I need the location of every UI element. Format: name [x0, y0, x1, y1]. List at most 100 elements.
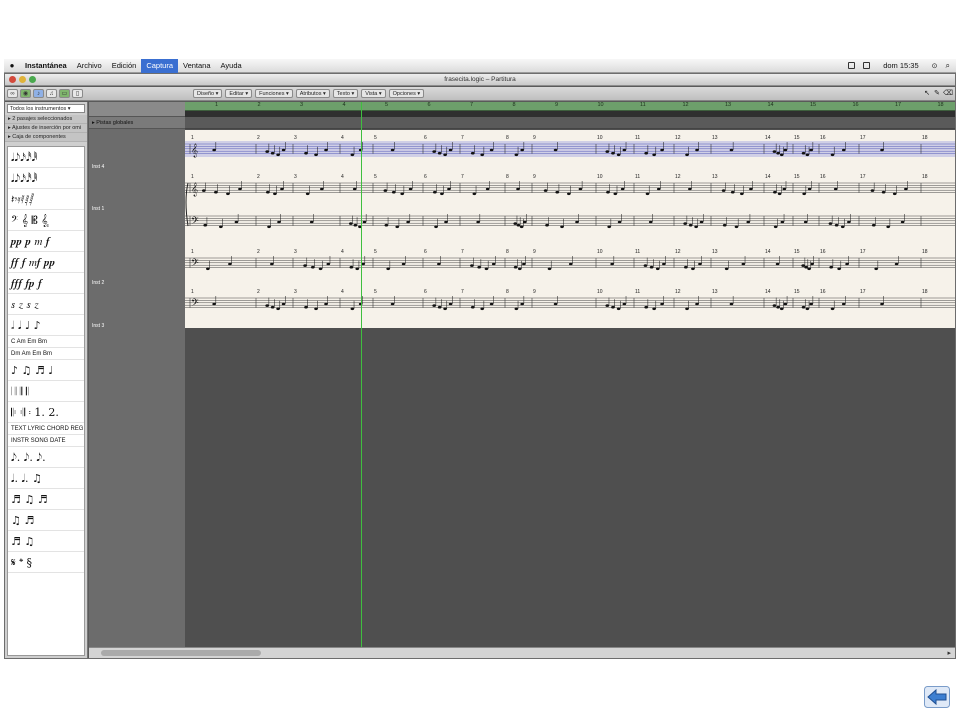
menu-diseno[interactable]: Diseño ▾ [193, 89, 223, 98]
score-staves[interactable]: 𝄞𝄞𝄢𝄢𝄢1 2 3 4 5 6 7 8 9 10 11 12 13 14 15 16 17 181 2 3 4 5 6 7 8… [185, 130, 955, 328]
eraser-tool-icon[interactable]: ⌫ [943, 89, 953, 98]
global-tracks-toggle[interactable]: ▸ Pistas globales [89, 117, 185, 129]
note-head [880, 302, 884, 306]
menu-app[interactable]: Instantánea [20, 59, 72, 73]
menu-texto[interactable]: Texto ▾ [332, 89, 359, 98]
palette-dynamics[interactable]: 𝆏𝆏 𝆏 𝆐 𝆑 [8, 231, 84, 252]
palette-rests[interactable]: 𝄽𝄾𝄿𝅀𝅁𝅂 [8, 189, 84, 210]
palette-groups-2[interactable]: ♫ ♬ [8, 510, 84, 531]
palette-repeats[interactable]: 𝄆 𝄇 𝄈 1. 2. [8, 402, 84, 423]
palette-ornaments[interactable]: ♪ ♫ ♬ ♩ [8, 360, 84, 381]
ruler-bar-10[interactable]: 10 [598, 102, 604, 108]
scrollbar-thumb[interactable] [101, 650, 261, 656]
note-head [840, 225, 845, 229]
palette-text-items[interactable]: TEXT LYRIC CHORD REGION [8, 423, 84, 435]
palette-noteheads[interactable]: 𝅗𝅥 𝅘𝅥 ♩ ♪ [8, 315, 84, 336]
menu-archivo[interactable]: Archivo [72, 59, 107, 73]
note-head [203, 223, 208, 227]
ruler-bar-4[interactable]: 4 [343, 102, 346, 108]
palette-clefs[interactable]: 𝄢 𝄞 𝄡 𝄠 [8, 210, 84, 231]
ruler-bar-1[interactable]: 1 [215, 102, 218, 108]
palette-hairpins[interactable]: 𝆍 𝆎 𝆍 𝆎 [8, 294, 84, 315]
ruler-bar-15[interactable]: 15 [810, 102, 816, 108]
score-bar-number: 12 [675, 174, 681, 180]
menu-funciones[interactable]: Funciones ▾ [255, 89, 293, 98]
score-view-icon[interactable]: ▭ [59, 89, 70, 98]
section-insert-defaults[interactable]: ▸ Ajustes de inserción por omi [5, 124, 87, 133]
palette-groups-3[interactable]: ♬ ♫ [8, 531, 84, 552]
ruler-bar-5[interactable]: 5 [385, 102, 388, 108]
palette-chords[interactable]: C Am Em Bm [8, 336, 84, 348]
ruler-bar-13[interactable]: 13 [725, 102, 731, 108]
catch-icon[interactable]: ◉ [20, 89, 31, 98]
note-head [304, 305, 308, 309]
note-head [837, 267, 841, 271]
ruler-bar-8[interactable]: 8 [513, 102, 516, 108]
palette-chords-2[interactable]: Dm Am Em Bm [8, 348, 84, 360]
midi-in-icon[interactable]: ♪ [33, 89, 44, 98]
note-head [810, 262, 814, 266]
scroll-right-icon[interactable]: ▸ [947, 649, 951, 657]
note-head [270, 305, 275, 309]
track-label-inst4[interactable]: Inst 4 [92, 164, 104, 170]
ruler-bar-16[interactable]: 16 [853, 102, 859, 108]
palette-dynamics-3[interactable]: 𝆑𝆑𝆑 𝆑𝆏 𝆑 [8, 273, 84, 294]
page-view-icon[interactable]: ▯ [72, 89, 83, 98]
ruler-bar-14[interactable]: 14 [768, 102, 774, 108]
ruler-bar-3[interactable]: 3 [300, 102, 303, 108]
zoom-icon[interactable] [29, 76, 36, 83]
score-area[interactable]: 1 2 3 4 5 6 7 8 9 10 11 12 13 14 15 16 17 18 𝄞 𝄞 𝄢 𝄢 𝄢 1 2 3 4 5 6 7… [185, 102, 955, 658]
note-head [311, 265, 315, 269]
menu-editar[interactable]: Editar ▾ [225, 89, 253, 98]
midi-out-icon[interactable]: ♫ [46, 89, 57, 98]
palette-notes-2[interactable]: 𝅘𝅥𝅘𝅥𝅮𝅘𝅥𝅯𝅘𝅥𝅰𝅘𝅥𝅱 [8, 168, 84, 189]
spotlight-icon[interactable]: ⌕ [946, 61, 950, 71]
menu-ventana[interactable]: Ventana [178, 59, 216, 73]
track-label-inst3[interactable]: Inst 3 [92, 323, 104, 329]
pointer-tool-icon[interactable]: ↖ [923, 89, 931, 98]
palette-beams-2[interactable]: 𝅘𝅥. 𝅘𝅥. ♫ [8, 468, 84, 489]
palette-notes[interactable]: 𝅘𝅥𝅘𝅥𝅮𝅘𝅥𝅯𝅘𝅥𝅰𝅘𝅥𝅱 [8, 147, 84, 168]
display-icon[interactable] [863, 62, 871, 69]
ruler-bar-17[interactable]: 17 [895, 102, 901, 108]
ruler-bar-9[interactable]: 9 [555, 102, 558, 108]
palette-beams[interactable]: 𝅘𝅥𝅮. 𝅘𝅥𝅮. 𝅘𝅥𝅮. [8, 447, 84, 468]
palette-barlines[interactable]: 𝄀 𝄁 𝄂 𝄃 [8, 381, 84, 402]
menu-ayuda[interactable]: Ayuda [216, 59, 247, 73]
user-icon[interactable]: ⊙ [932, 62, 938, 70]
ruler-bar-11[interactable]: 11 [640, 102, 646, 108]
track-label-inst2[interactable]: Inst 2 [92, 280, 104, 286]
clock[interactable]: dom 15:35 [878, 59, 923, 73]
minimize-icon[interactable] [19, 76, 26, 83]
pencil-tool-icon[interactable]: ✎ [933, 89, 941, 98]
bar-ruler[interactable]: 1 2 3 4 5 6 7 8 9 10 11 12 13 14 15 16 17 18 [185, 102, 955, 111]
section-part-box[interactable]: ▸ Caja de componentes [5, 133, 87, 142]
track-label-inst1[interactable]: Inst 1 [92, 206, 104, 212]
section-passages[interactable]: ▸ 2 pasajes seleccionados [5, 115, 87, 124]
link-icon[interactable]: ∞ [7, 89, 18, 98]
bluetooth-icon[interactable] [848, 62, 856, 69]
apple-menu-icon[interactable]: ● [4, 61, 20, 70]
close-icon[interactable] [9, 76, 16, 83]
bass-clef: 𝄢 [191, 297, 199, 311]
palette-groups[interactable]: ♬ ♫ ♬ [8, 489, 84, 510]
menu-captura[interactable]: Captura [141, 58, 178, 73]
back-arrow-icon[interactable] [924, 686, 950, 708]
menu-vista[interactable]: Vista ▾ [361, 89, 386, 98]
ruler-bar-6[interactable]: 6 [428, 102, 431, 108]
palette-dynamics-2[interactable]: 𝆑𝆑 𝆑 𝆐𝆑 𝆏𝆏 [8, 252, 84, 273]
palette-text-items-2[interactable]: INSTR SONG DATE [8, 435, 84, 447]
ruler-bar-12[interactable]: 12 [683, 102, 689, 108]
ruler-bar-7[interactable]: 7 [470, 102, 473, 108]
menu-opciones[interactable]: Opciones ▾ [388, 89, 425, 98]
playhead[interactable] [361, 102, 362, 658]
palette-signs[interactable]: 𝄋 𝄌 § [8, 552, 84, 573]
ruler-bar-18[interactable]: 18 [938, 102, 944, 108]
menu-atributos[interactable]: Atributos ▾ [295, 89, 330, 98]
note-head [611, 151, 615, 155]
menu-edicion[interactable]: Edición [107, 59, 142, 73]
ruler-bar-2[interactable]: 2 [258, 102, 261, 108]
score-paper[interactable]: 𝄞 𝄞 𝄢 𝄢 𝄢 1 2 3 4 5 6 7 8 9 10 11 12 13 14 15 16 17 18 1 2 3 4 5 6 7 8… [185, 130, 955, 328]
horizontal-scrollbar[interactable]: ▸ [89, 647, 955, 658]
instrument-set-selector[interactable]: Todos los instrumentos ▾ [7, 104, 85, 113]
